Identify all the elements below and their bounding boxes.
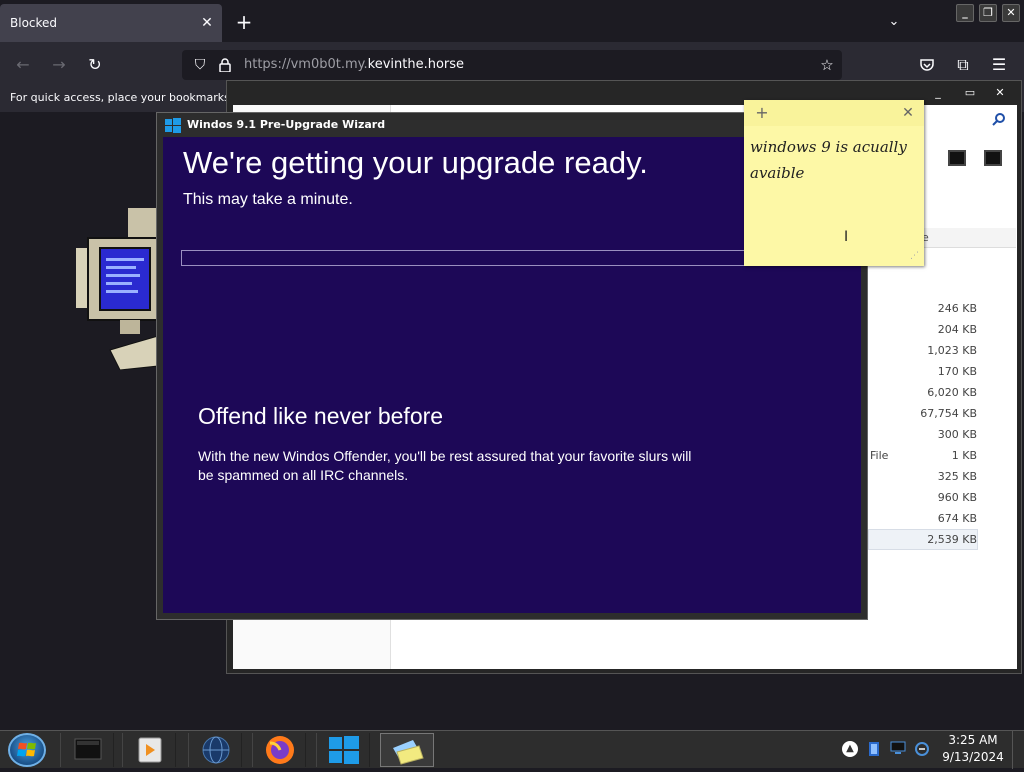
taskbar-terminal-icon[interactable] xyxy=(60,733,114,767)
url-host: kevinthe.horse xyxy=(367,57,465,72)
bookmark-star-icon[interactable]: ☆ xyxy=(816,54,838,76)
explorer-maximize-button[interactable]: ▭ xyxy=(957,85,983,101)
windows-logo-icon xyxy=(165,118,181,133)
tracking-shield-icon[interactable]: ⛉ xyxy=(190,54,210,76)
start-button[interactable] xyxy=(8,733,46,767)
new-tab-button[interactable]: + xyxy=(232,8,256,36)
tab-title: Blocked xyxy=(10,16,58,30)
file-size-cell[interactable]: 246 KB xyxy=(857,298,977,319)
bookmarks-hint: For quick access, place your bookmarks h… xyxy=(10,91,248,104)
feature-description: With the new Windos Offender, you'll be … xyxy=(198,448,692,483)
tab-close-icon[interactable]: ✕ xyxy=(196,4,218,42)
pocket-icon[interactable] xyxy=(914,52,940,78)
file-size-cell[interactable]: 1 KB xyxy=(857,445,977,466)
explorer-close-button[interactable]: ✕ xyxy=(987,85,1013,101)
file-size-cell[interactable]: 67,754 KB xyxy=(857,403,977,424)
forward-button[interactable]: → xyxy=(46,52,72,78)
file-size-cell[interactable]: 2,539 KB xyxy=(857,529,977,550)
extensions-icon[interactable]: ⧉ xyxy=(950,52,976,78)
text-cursor-icon: I xyxy=(844,229,849,245)
wizard-title: Windos 9.1 Pre-Upgrade Wizard xyxy=(187,118,386,131)
back-button[interactable]: ← xyxy=(10,52,36,78)
url-bar[interactable]: ⛉ https://vm0b0t.my.kevinthe.horse ☆ xyxy=(182,50,842,80)
taskbar: ▲ 3:25 AM 9/13/2024 xyxy=(0,730,1024,769)
add-note-icon[interactable]: + xyxy=(754,102,770,124)
preview-pane-icon[interactable] xyxy=(984,150,1002,166)
file-size-cell[interactable]: 325 KB xyxy=(857,466,977,487)
tray-security-icon[interactable] xyxy=(866,741,882,757)
feature-title: Offend like never before xyxy=(198,403,444,429)
os-close-button[interactable]: ✕ xyxy=(1002,4,1020,22)
show-desktop-button[interactable] xyxy=(1012,731,1024,769)
wizard-heading: We're getting your upgrade ready. xyxy=(183,145,648,180)
sticky-note-header[interactable]: + ✕ xyxy=(744,100,924,126)
taskbar-media-player-icon[interactable] xyxy=(122,733,176,767)
blocked-computer-illustration xyxy=(70,200,160,371)
sticky-note[interactable]: + ✕ windows 9 is acually avaible I ⋰ xyxy=(744,100,924,266)
upgrade-progress-bar xyxy=(181,250,781,266)
clock-time[interactable]: 3:25 AM xyxy=(940,733,1006,747)
file-size-cell[interactable]: 960 KB xyxy=(857,487,977,508)
taskbar-firefox-icon[interactable] xyxy=(252,733,306,767)
sticky-note-text[interactable]: windows 9 is acually avaible xyxy=(750,134,918,186)
file-size-cell[interactable]: 674 KB xyxy=(857,508,977,529)
taskbar-windows-logo-icon[interactable] xyxy=(316,733,370,767)
os-minimize-button[interactable]: _ xyxy=(956,4,974,22)
wizard-subheading: This may take a minute. xyxy=(183,191,353,208)
url-scheme: https://vm0b0t.my. xyxy=(244,57,368,72)
search-icon[interactable] xyxy=(990,112,1008,130)
file-size-cell[interactable]: 1,023 KB xyxy=(857,340,977,361)
lock-icon[interactable] xyxy=(216,54,234,76)
view-icon[interactable] xyxy=(948,150,966,166)
os-restore-button[interactable]: ❐ xyxy=(979,4,997,22)
file-size-cell[interactable]: 6,020 KB xyxy=(857,382,977,403)
clock-date[interactable]: 9/13/2024 xyxy=(940,750,1006,764)
reload-button[interactable]: ↻ xyxy=(82,52,108,78)
tray-display-icon[interactable] xyxy=(890,741,906,757)
taskbar-network-globe-icon[interactable] xyxy=(188,733,242,767)
taskbar-sticky-notes-icon[interactable] xyxy=(380,733,434,767)
resize-grip-icon[interactable]: ⋰ xyxy=(910,250,922,262)
file-size-cell[interactable]: 300 KB xyxy=(857,424,977,445)
close-note-icon[interactable]: ✕ xyxy=(900,102,916,124)
tray-network-icon[interactable] xyxy=(914,741,930,757)
explorer-minimize-button[interactable]: _ xyxy=(925,85,951,101)
tab-list-chevron-icon[interactable]: ⌄ xyxy=(882,10,906,34)
url-text[interactable]: https://vm0b0t.my.kevinthe.horse xyxy=(244,50,464,80)
tray-overflow-chevron-icon[interactable]: ▲ xyxy=(842,741,858,757)
file-size-cell[interactable]: 204 KB xyxy=(857,319,977,340)
file-size-cell[interactable]: 170 KB xyxy=(857,361,977,382)
tab-blocked[interactable]: Blocked ✕ xyxy=(0,4,222,42)
menu-icon[interactable]: ☰ xyxy=(986,52,1012,78)
